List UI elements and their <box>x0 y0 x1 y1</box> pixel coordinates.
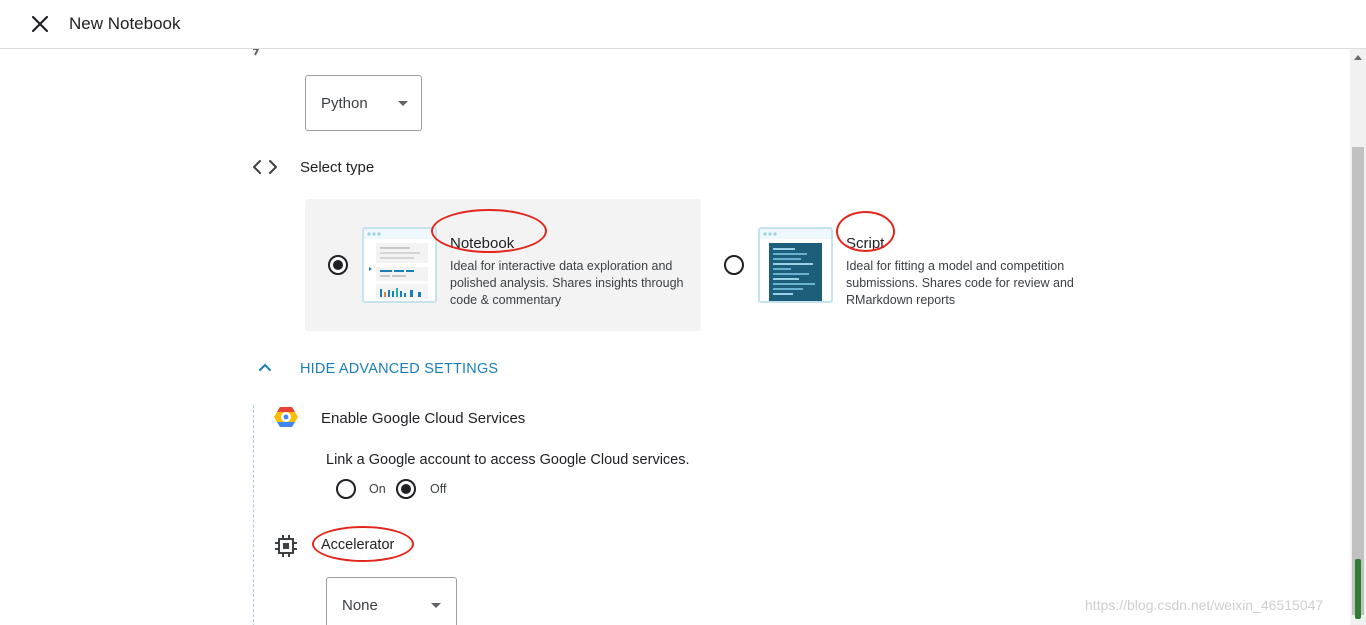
google-cloud-description: Link a Google account to access Google C… <box>326 452 690 468</box>
notebook-title: Notebook <box>450 235 515 252</box>
chevron-down-icon <box>398 101 408 106</box>
accelerator-select-value: None <box>342 597 378 614</box>
script-thumbnail <box>758 227 833 303</box>
cloud-off-radio[interactable] <box>396 479 416 499</box>
notebook-type-option[interactable]: Notebook Ideal for interactive data expl… <box>305 199 701 331</box>
main-content: Python Select type Notebook Ideal for in… <box>0 49 1350 625</box>
scroll-up-arrow-icon[interactable] <box>1354 55 1362 60</box>
script-title: Script <box>846 235 885 252</box>
advanced-settings-guide-line <box>253 405 254 625</box>
script-type-option[interactable]: Script Ideal for fitting a model and com… <box>701 199 1097 331</box>
chip-icon <box>274 534 298 558</box>
watermark: https://blog.csdn.net/weixin_46515047 <box>1085 597 1324 613</box>
advanced-settings-label: HIDE ADVANCED SETTINGS <box>300 361 499 377</box>
close-button[interactable] <box>28 12 52 36</box>
script-illustration-icon <box>760 229 831 301</box>
language-select-value: Python <box>321 95 368 112</box>
accelerator-title: Accelerator <box>321 537 395 553</box>
cloud-off-label: Off <box>430 482 447 496</box>
chevron-up-icon <box>259 363 271 371</box>
vertical-scrollbar[interactable] <box>1350 49 1366 625</box>
code-icon <box>252 157 278 177</box>
google-cloud-icon <box>274 406 298 428</box>
notebook-illustration-icon <box>364 229 435 299</box>
close-icon <box>31 15 49 33</box>
language-select[interactable]: Python <box>305 75 422 131</box>
scrollbar-thumb[interactable] <box>1352 147 1364 615</box>
notebook-description: Ideal for interactive data exploration a… <box>450 259 684 307</box>
script-radio[interactable] <box>724 255 744 275</box>
language-icon <box>253 49 260 56</box>
notebook-radio[interactable] <box>328 255 348 275</box>
select-type-label: Select type <box>300 159 375 176</box>
script-description: Ideal for fitting a model and competitio… <box>846 259 1074 307</box>
google-cloud-title: Enable Google Cloud Services <box>321 410 526 427</box>
hide-advanced-settings-button[interactable]: HIDE ADVANCED SETTINGS <box>253 355 513 383</box>
notebook-thumbnail <box>362 227 437 303</box>
top-bar: New Notebook <box>0 0 1366 49</box>
page-title: New Notebook <box>69 14 181 33</box>
accelerator-select[interactable]: None <box>326 577 457 625</box>
scroll-position-marker <box>1355 559 1361 619</box>
cloud-on-label: On <box>369 482 386 496</box>
chevron-down-icon <box>431 603 441 608</box>
cloud-on-radio[interactable] <box>336 479 356 499</box>
